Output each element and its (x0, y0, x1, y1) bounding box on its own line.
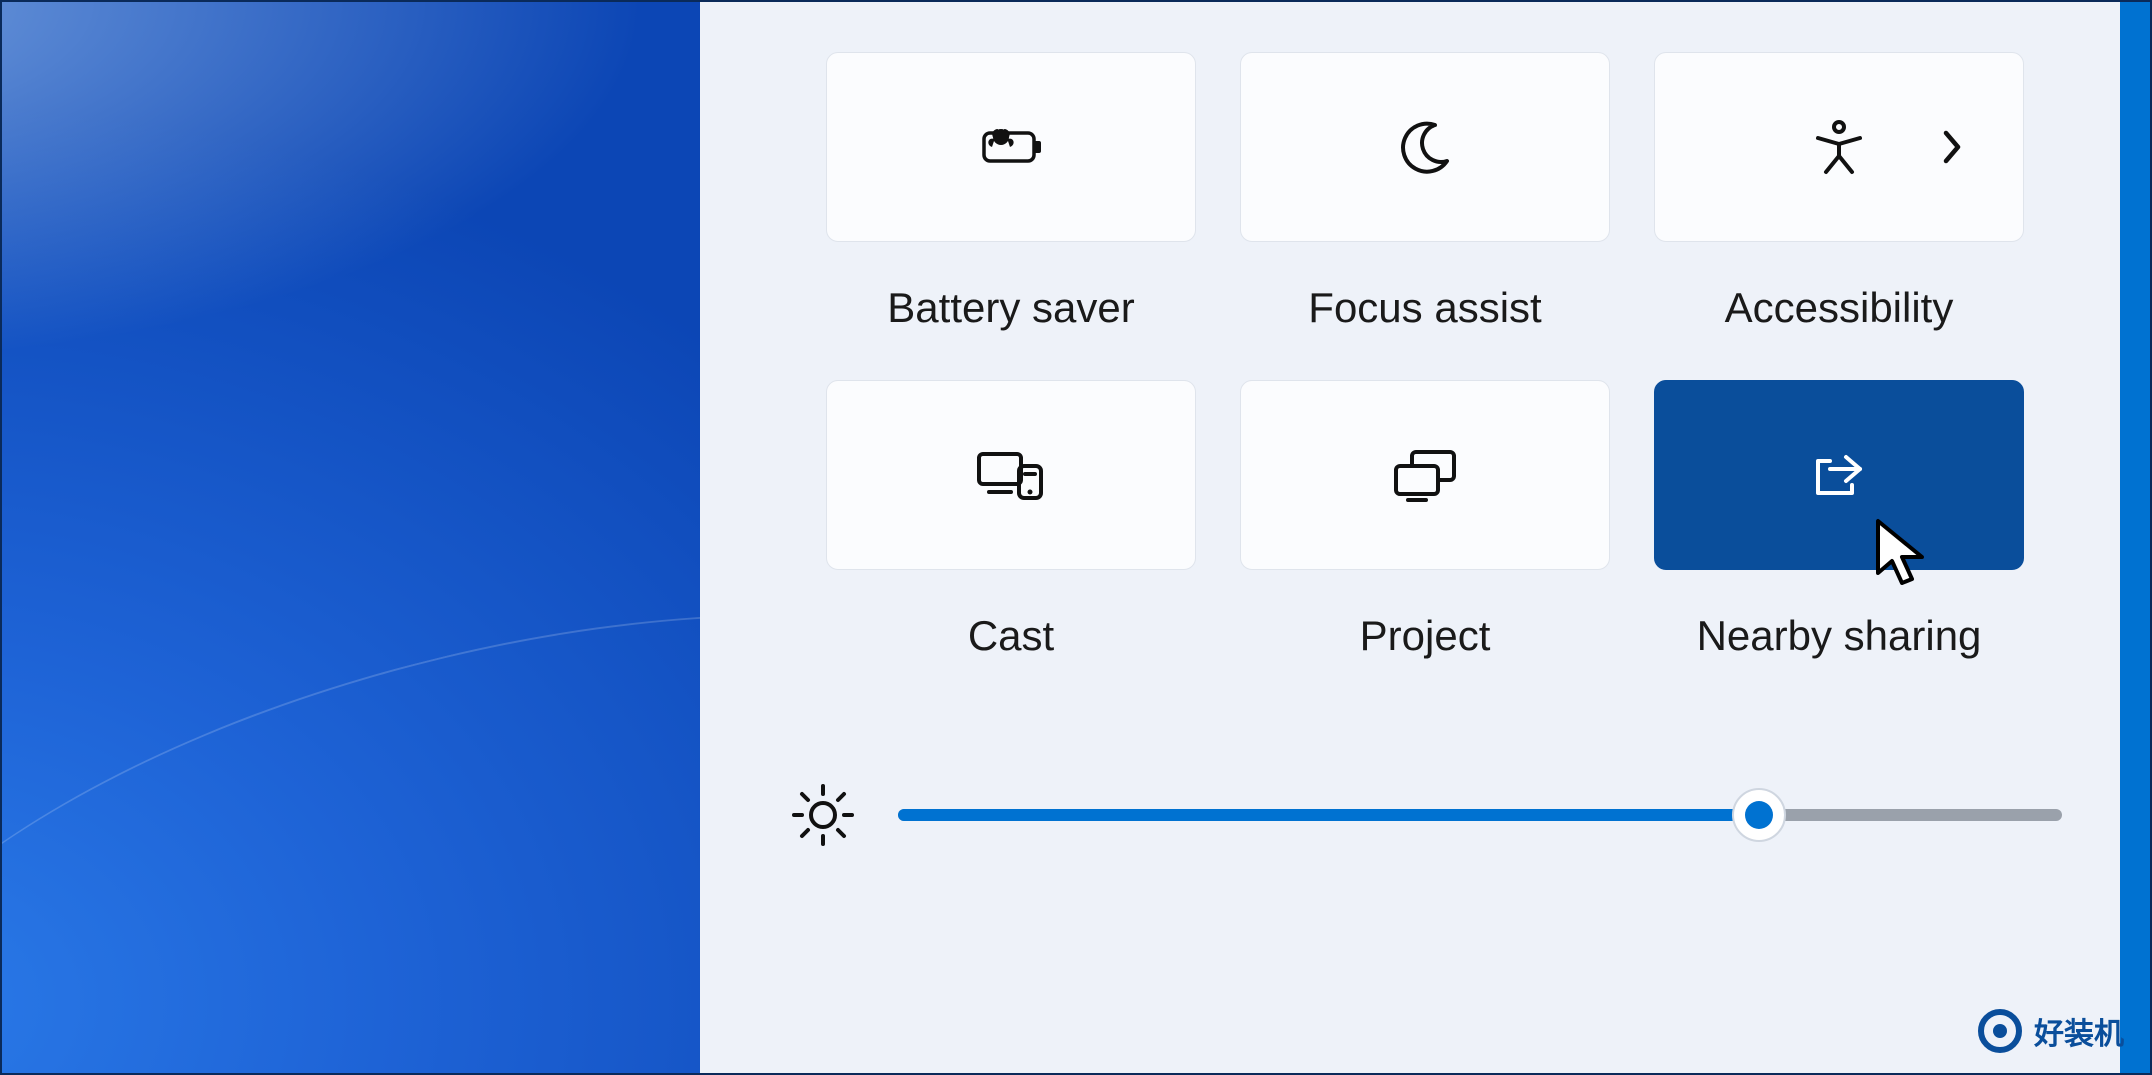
tile-group-battery-saver: Battery saver (826, 52, 1196, 332)
watermark-logo-icon (1978, 1009, 2022, 1053)
moon-icon (1395, 117, 1455, 177)
watermark-text: 好装机 (2034, 1009, 2124, 1053)
accent-strip (2120, 2, 2150, 1073)
tile-label-project: Project (1360, 612, 1491, 660)
desktop-background (2, 2, 700, 1073)
tile-focus-assist[interactable] (1240, 52, 1610, 242)
slider-thumb[interactable] (1732, 788, 1786, 842)
tile-battery-saver[interactable] (826, 52, 1196, 242)
tile-label-accessibility: Accessibility (1725, 284, 1954, 332)
tile-group-accessibility: Accessibility (1654, 52, 2024, 332)
tile-cast[interactable] (826, 380, 1196, 570)
project-icon (1390, 448, 1460, 502)
tile-label-nearby-sharing: Nearby sharing (1697, 612, 1982, 660)
tile-label-focus-assist: Focus assist (1308, 284, 1541, 332)
tile-group-cast: Cast (826, 380, 1196, 660)
battery-saver-icon (974, 123, 1048, 171)
quick-settings-grid: Battery saver Focus assist (780, 52, 2070, 660)
accessibility-icon (1810, 118, 1868, 176)
share-icon (1810, 449, 1868, 501)
tile-project[interactable] (1240, 380, 1610, 570)
brightness-icon (788, 780, 858, 850)
tile-label-cast: Cast (968, 612, 1054, 660)
tile-nearby-sharing[interactable] (1654, 380, 2024, 570)
screenshot-root: Battery saver Focus assist (0, 0, 2152, 1075)
slider-track-fill (898, 809, 1759, 821)
tile-group-nearby-sharing: Nearby sharing (1654, 380, 2024, 660)
tile-group-focus-assist: Focus assist (1240, 52, 1610, 332)
cast-icon (975, 448, 1047, 502)
brightness-slider[interactable] (898, 809, 2062, 821)
tile-group-project: Project (1240, 380, 1610, 660)
chevron-right-icon[interactable] (1939, 127, 1965, 167)
quick-settings-panel: Battery saver Focus assist (700, 2, 2150, 1073)
tile-accessibility[interactable] (1654, 52, 2024, 242)
watermark: 好装机 (1978, 1009, 2124, 1053)
brightness-row (780, 780, 2070, 850)
tile-label-battery-saver: Battery saver (887, 284, 1134, 332)
